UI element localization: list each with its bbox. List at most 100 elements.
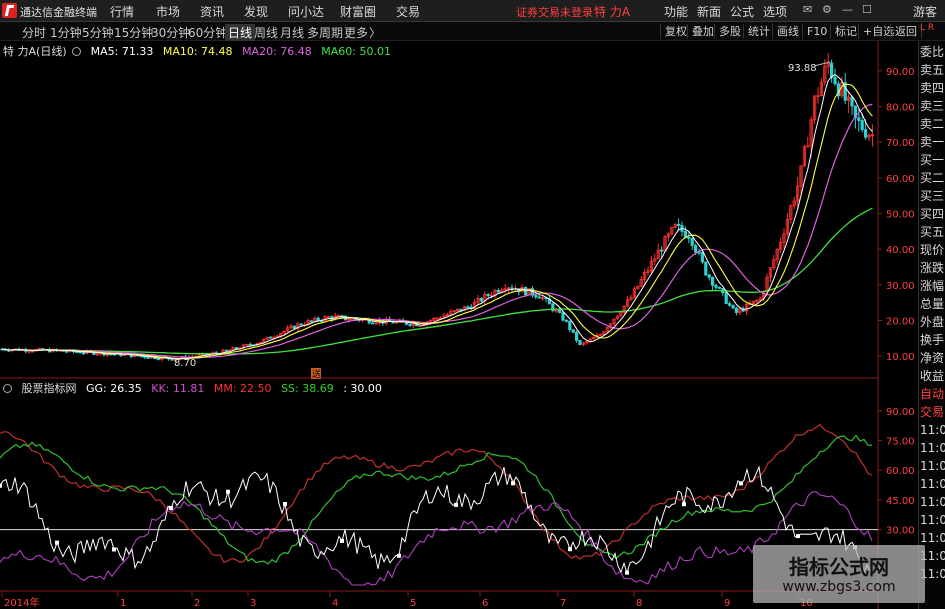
stock-name-title: 特 力A xyxy=(594,5,631,19)
kk-line xyxy=(0,491,873,586)
side-item[interactable]: 11:08 xyxy=(920,493,945,511)
guest-account[interactable]: 游客 xyxy=(913,3,937,20)
menu-gongneng[interactable]: 功能 xyxy=(664,3,688,20)
tab-daily[interactable]: 日线 xyxy=(225,24,256,41)
side-item[interactable]: 买二 xyxy=(920,169,945,187)
side-item[interactable]: 换手 xyxy=(920,331,945,349)
candlestick-series xyxy=(0,53,875,362)
maximize-icon[interactable]: ☐ xyxy=(862,3,872,16)
side-item[interactable]: 现价 xyxy=(920,241,945,259)
tab-60min[interactable]: 60分钟 xyxy=(188,24,227,41)
side-item[interactable]: 外盘 xyxy=(920,313,945,331)
side-item[interactable]: 11:07 xyxy=(920,475,945,493)
tab-15min[interactable]: 15分钟 xyxy=(114,24,153,41)
candle-body xyxy=(687,236,691,239)
candle-body xyxy=(711,277,715,286)
menu-xuanxiang[interactable]: 选项 xyxy=(763,3,787,20)
candle-body xyxy=(224,349,228,352)
tab-fenshi[interactable]: 分时 xyxy=(22,24,46,41)
candle-body xyxy=(677,223,681,226)
candle-body xyxy=(537,296,541,299)
candle-body xyxy=(575,331,579,341)
more-arrow-icon[interactable]: 〉 xyxy=(369,24,381,41)
candle-body xyxy=(571,329,575,333)
time-tick-label: 8 xyxy=(636,598,642,609)
button-biaoji[interactable]: 标记 xyxy=(830,24,861,39)
side-item[interactable]: 买三 xyxy=(920,187,945,205)
candle-body xyxy=(734,307,739,313)
period-toolbar: 分时 1分钟 5分钟 15分钟 30分钟 60分钟 日线 周线 月线 多周期 更… xyxy=(0,22,945,41)
side-item[interactable]: 涨幅 xyxy=(920,277,945,295)
candle-body xyxy=(860,120,864,131)
tab-30min[interactable]: 30分钟 xyxy=(151,24,190,41)
menu-jiaoyi[interactable]: 交易 xyxy=(396,3,420,20)
time-tick-label: 1 xyxy=(120,598,126,609)
menu-zixun[interactable]: 资讯 xyxy=(200,3,224,20)
tab-weekly[interactable]: 周线 xyxy=(254,24,278,41)
button-back[interactable]: 返回 xyxy=(890,24,922,39)
side-item[interactable]: 自动 xyxy=(920,385,945,403)
kline-chart[interactable]: 90.00 80.00 70.00 60.00 50.00 40.00 30.00 20.00… xyxy=(0,41,945,609)
menu-xinmian[interactable]: 新面 xyxy=(697,3,721,20)
ex-right-marker-label: 送 xyxy=(312,368,321,380)
side-item[interactable]: 11:07 xyxy=(920,439,945,457)
candle-body xyxy=(707,274,711,278)
login-status[interactable]: 证券交易未登录 xyxy=(516,4,593,20)
side-item[interactable]: 卖二 xyxy=(920,115,945,133)
side-item[interactable]: 11:07 xyxy=(920,421,945,439)
side-item[interactable]: 净资 xyxy=(920,349,945,367)
menu-gongshi[interactable]: 公式 xyxy=(730,3,754,20)
menu-shichang[interactable]: 市场 xyxy=(156,3,180,20)
side-item[interactable]: 卖三 xyxy=(920,97,945,115)
button-f10[interactable]: F10 xyxy=(802,24,831,39)
gg-signal-dot xyxy=(283,501,287,506)
button-tongji[interactable]: 统计 xyxy=(743,24,774,39)
price-tick-label: 50.00 xyxy=(886,210,915,221)
tab-1min[interactable]: 1分钟 xyxy=(50,24,82,41)
side-item[interactable]: 卖五 xyxy=(920,61,945,79)
message-icon[interactable]: ✉ xyxy=(803,3,812,16)
price-tick-label: 70.00 xyxy=(886,138,915,149)
side-item[interactable]: 卖一 xyxy=(920,133,945,151)
time-tick-label: 2014年 xyxy=(4,596,39,609)
menu-caifuquan[interactable]: 财富圈 xyxy=(340,3,376,20)
settings-icon[interactable]: ⚙ xyxy=(822,3,832,16)
candle-body xyxy=(156,358,160,361)
menu-faxian[interactable]: 发现 xyxy=(244,3,268,20)
candle-body xyxy=(683,231,688,238)
candle-body xyxy=(486,294,490,297)
candle-body xyxy=(833,76,837,85)
lr-corner-tag[interactable]: L R xyxy=(920,24,934,33)
side-item[interactable]: 卖四 xyxy=(920,79,945,97)
price-tick-label: 20.00 xyxy=(886,317,915,328)
tab-5min[interactable]: 5分钟 xyxy=(82,24,114,41)
minimize-icon[interactable]: — xyxy=(842,3,853,16)
side-item[interactable]: 委比 xyxy=(920,43,945,61)
button-duogu[interactable]: 多股 xyxy=(714,24,745,39)
gg-signal-dot xyxy=(739,481,743,486)
time-tick-label: 2 xyxy=(194,598,200,609)
side-item[interactable]: 涨跌 xyxy=(920,259,945,277)
side-item[interactable]: 买五 xyxy=(920,223,945,241)
price-tick-label: 40.00 xyxy=(886,245,915,256)
candle-body xyxy=(524,286,528,296)
indicator-tick-label: 30.00 xyxy=(886,526,915,537)
time-tick-label: 9 xyxy=(724,598,730,609)
side-item[interactable]: 总量 xyxy=(920,295,945,313)
side-item[interactable]: 交易 xyxy=(920,403,945,421)
side-item[interactable]: 11:07 xyxy=(920,457,945,475)
tab-more[interactable]: 更多 xyxy=(344,24,368,41)
candle-body xyxy=(700,251,705,263)
ma60-line xyxy=(1,207,873,355)
side-item[interactable]: 11:08 xyxy=(920,511,945,529)
side-item[interactable]: 收益 xyxy=(920,367,945,385)
menu-hangqing[interactable]: 行情 xyxy=(110,3,134,20)
menu-wenxiaoda[interactable]: 问小达 xyxy=(288,3,324,20)
menu-bar: 通达信金融终端 行情 市场 资讯 发现 问小达 财富圈 交易 证券交易未登录 特… xyxy=(0,0,945,22)
tab-multi-period[interactable]: 多周期 xyxy=(307,24,343,41)
candle-body xyxy=(717,286,722,289)
tab-monthly[interactable]: 月线 xyxy=(280,24,304,41)
side-item[interactable]: 买一 xyxy=(920,151,945,169)
side-item[interactable]: 买四 xyxy=(920,205,945,223)
button-huaxian[interactable]: 画线 xyxy=(772,24,803,39)
